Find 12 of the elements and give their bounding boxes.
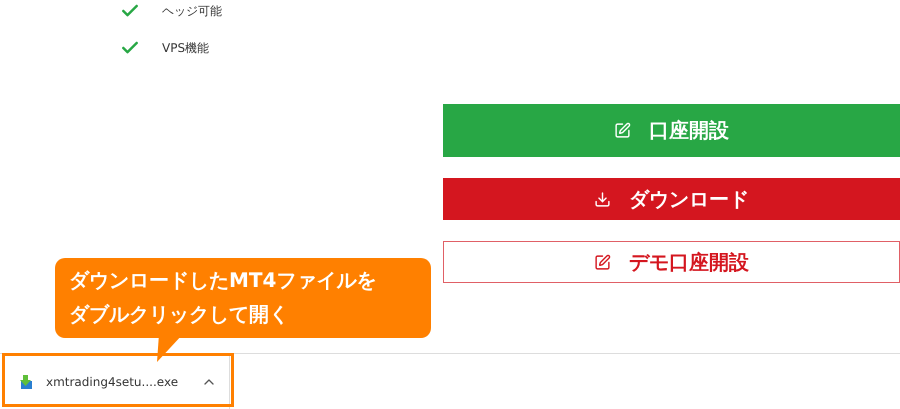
edit-icon [614, 122, 631, 139]
action-button[interactable]: ダウンロード [443, 178, 900, 220]
installer-icon [18, 374, 34, 390]
download-icon [594, 190, 611, 208]
feature-label: ヘッジ可能 [162, 2, 222, 20]
callout-text: ダウンロードしたMT4ファイルを [69, 267, 378, 294]
callout-text: ダブルクリックして開く [69, 301, 290, 328]
file-name: xmtrading4setu....exe [46, 374, 180, 388]
action-button[interactable]: 口座開設 [443, 104, 900, 157]
feature-label: VPS機能 [162, 40, 210, 56]
edit-icon [594, 254, 611, 270]
action-button[interactable]: デモ口座開設 [443, 241, 900, 283]
